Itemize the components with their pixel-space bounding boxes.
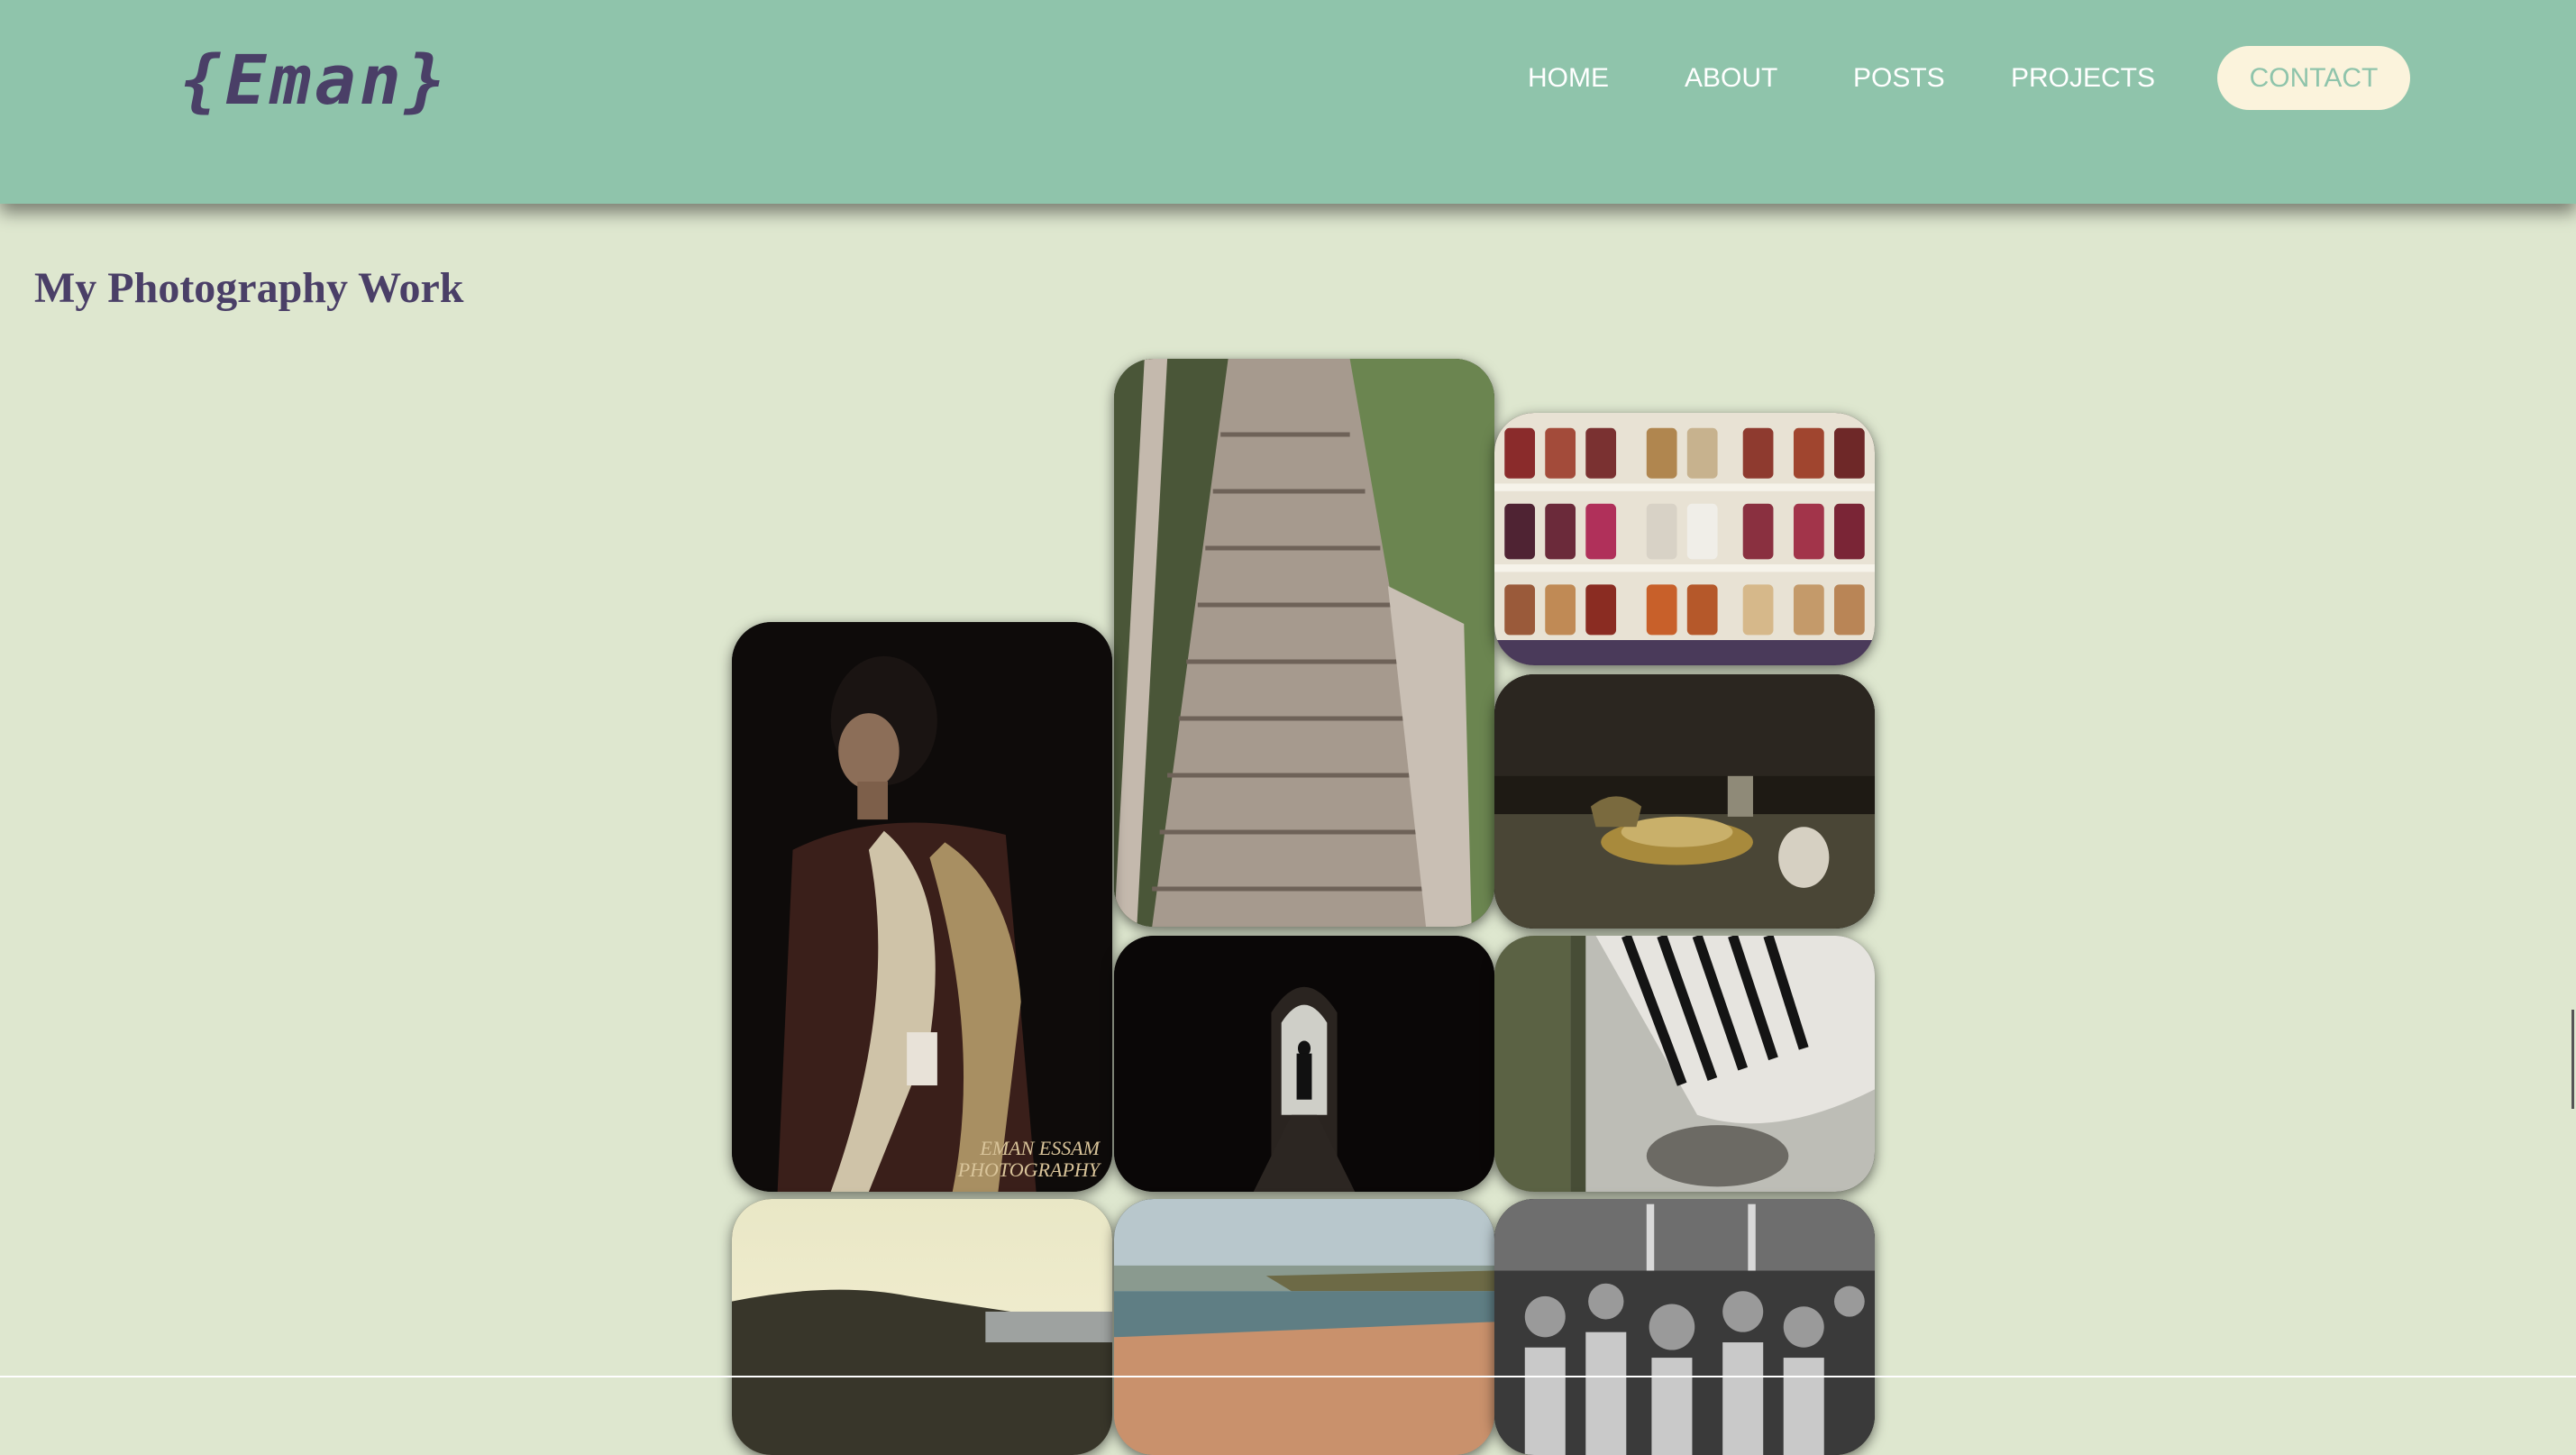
scrollbar-thumb[interactable] [2571,1010,2574,1109]
photo-zebra[interactable] [1494,936,1875,1192]
nav-about[interactable]: ABOUT [1685,56,1777,101]
photo-watermark: EMAN ESSAM PHOTOGRAPHY [957,1137,1100,1181]
tea-image [1494,674,1875,929]
photo-crowd[interactable] [1494,1199,1875,1455]
beach-image [1114,1199,1494,1455]
portrait-image [732,622,1112,1192]
zebra-image [1494,936,1875,1192]
site-logo[interactable]: {Eman} [180,40,450,120]
nav-home[interactable]: HOME [1528,56,1609,101]
stairs-image [1114,359,1494,927]
photo-jars[interactable] [1494,413,1875,665]
site-header: {Eman} HOME ABOUT POSTS PROJECTS CONTACT [0,0,2576,204]
page-title: My Photography Work [34,264,464,312]
photo-beach[interactable] [1114,1199,1494,1455]
photo-tea[interactable] [1494,674,1875,929]
nav-projects[interactable]: PROJECTS [2011,56,2155,101]
nav-posts[interactable]: POSTS [1853,56,1945,101]
photo-stairs[interactable] [1114,359,1494,927]
photo-portrait[interactable]: EMAN ESSAM PHOTOGRAPHY [732,622,1112,1192]
photo-coast[interactable] [732,1199,1112,1455]
coast-image [732,1199,1112,1455]
crowd-image [1494,1199,1875,1455]
tunnel-image [1114,936,1494,1192]
jars-image [1494,413,1875,665]
contact-button[interactable]: CONTACT [2217,46,2410,110]
photo-tunnel[interactable] [1114,936,1494,1192]
